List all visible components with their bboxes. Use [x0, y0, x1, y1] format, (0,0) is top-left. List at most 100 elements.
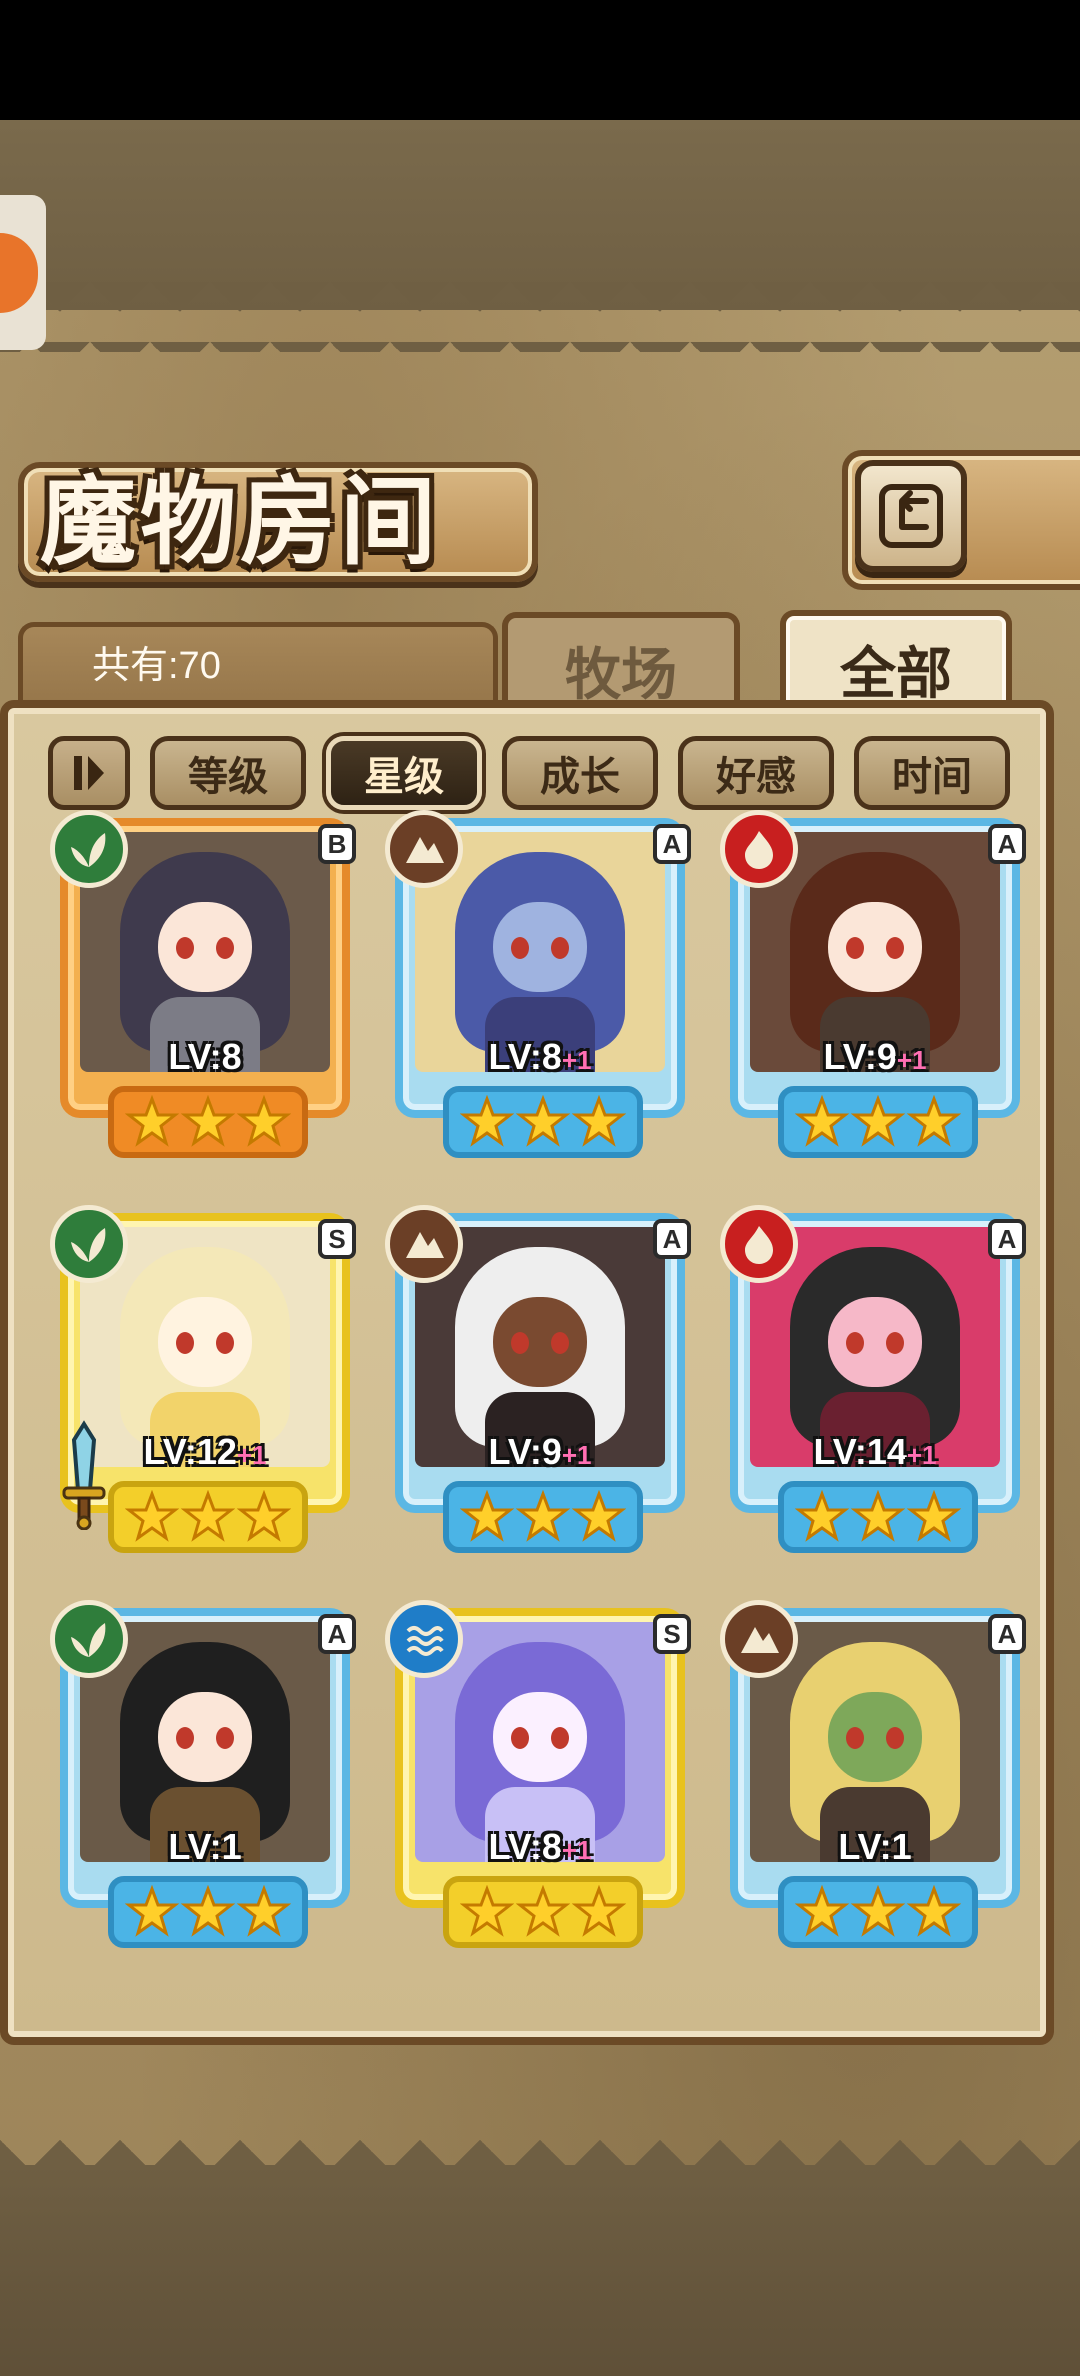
star-icon	[237, 1095, 291, 1147]
monster-card[interactable]: A LV:1	[720, 1600, 1026, 1953]
star-rating	[108, 1481, 308, 1553]
level-label: LV:1	[80, 1826, 330, 1867]
count-bar	[18, 622, 498, 710]
leaf-icon	[50, 1205, 128, 1283]
rank-badge: A	[653, 824, 691, 864]
leaf-icon	[50, 1600, 128, 1678]
rank-badge: A	[988, 824, 1026, 864]
rank-badge: S	[318, 1219, 356, 1259]
star-icon	[907, 1885, 961, 1937]
pause-sort-icon	[74, 756, 104, 790]
level-label: LV:12+1	[80, 1431, 330, 1472]
level-label: LV:1	[750, 1826, 1000, 1867]
level-value: LV:14	[813, 1431, 907, 1472]
monster-card[interactable]: B LV:8	[50, 810, 356, 1163]
star-icon	[907, 1095, 961, 1147]
fire-icon	[720, 810, 798, 888]
star-icon	[572, 1885, 626, 1937]
star-icon	[795, 1490, 849, 1542]
star-icon	[572, 1095, 626, 1147]
rank-badge: S	[653, 1614, 691, 1654]
rank-badge: A	[988, 1219, 1026, 1259]
star-icon	[795, 1095, 849, 1147]
back-button[interactable]	[855, 460, 967, 572]
star-icon	[572, 1490, 626, 1542]
level-bonus: +1	[236, 1440, 267, 1470]
earth-icon	[385, 1205, 463, 1283]
star-rating	[108, 1876, 308, 1948]
star-rating	[443, 1876, 643, 1948]
zigzag-border-top	[0, 282, 1080, 352]
monster-count: 共有:70	[92, 645, 221, 687]
sort-level-button[interactable]: 等级	[150, 736, 306, 810]
rank-badge: A	[318, 1614, 356, 1654]
monster-card[interactable]: S LV:8+1	[385, 1600, 691, 1953]
star-icon	[795, 1885, 849, 1937]
star-icon	[907, 1490, 961, 1542]
water-icon	[385, 1600, 463, 1678]
star-icon	[851, 1885, 905, 1937]
level-label: LV:8+1	[415, 1826, 665, 1867]
map-strip-bottom	[0, 2165, 1080, 2376]
sword-icon	[62, 1420, 106, 1530]
monster-card[interactable]: A LV:9+1	[720, 810, 1026, 1163]
level-label: LV:8+1	[415, 1036, 665, 1077]
star-icon	[516, 1885, 570, 1937]
rank-badge: A	[988, 1614, 1026, 1654]
star-icon	[181, 1095, 235, 1147]
sort-growth-button[interactable]: 成长	[502, 736, 658, 810]
level-bonus: +1	[561, 1835, 592, 1865]
level-value: LV:12	[143, 1431, 237, 1472]
rank-badge: B	[318, 824, 356, 864]
level-label: LV:9+1	[750, 1036, 1000, 1077]
level-bonus: +1	[561, 1440, 592, 1470]
star-icon	[125, 1885, 179, 1937]
sort-star-button[interactable]: 星级	[326, 736, 482, 810]
monster-card[interactable]: A LV:14+1	[720, 1205, 1026, 1558]
monster-card[interactable]: A LV:9+1	[385, 1205, 691, 1558]
return-arrow-icon	[879, 484, 943, 548]
star-rating	[778, 1086, 978, 1158]
star-icon	[460, 1490, 514, 1542]
zigzag-border-bottom	[0, 2110, 1080, 2170]
star-icon	[516, 1490, 570, 1542]
level-label: LV:14+1	[750, 1431, 1000, 1472]
sort-affection-button[interactable]: 好感	[678, 736, 834, 810]
monster-card[interactable]: A LV:1	[50, 1600, 356, 1953]
level-label: LV:8	[80, 1036, 330, 1077]
level-bonus: +1	[906, 1440, 937, 1470]
page-title: 魔物房间	[40, 465, 440, 578]
level-value: LV:8	[488, 1826, 562, 1867]
level-value: LV:1	[838, 1826, 912, 1867]
star-rating	[778, 1481, 978, 1553]
level-value: LV:1	[168, 1826, 242, 1867]
monster-card[interactable]: A LV:8+1	[385, 810, 691, 1163]
star-icon	[237, 1885, 291, 1937]
app-badge-icon	[0, 233, 38, 313]
star-icon	[181, 1490, 235, 1542]
earth-icon	[720, 1600, 798, 1678]
star-icon	[237, 1490, 291, 1542]
level-label: LV:9+1	[415, 1431, 665, 1472]
star-icon	[460, 1885, 514, 1937]
star-rating	[443, 1086, 643, 1158]
star-icon	[851, 1490, 905, 1542]
rank-badge: A	[653, 1219, 691, 1259]
level-value: LV:8	[488, 1036, 562, 1077]
star-rating	[443, 1481, 643, 1553]
level-value: LV:9	[823, 1036, 897, 1077]
star-icon	[125, 1095, 179, 1147]
star-rating	[778, 1876, 978, 1948]
leaf-icon	[50, 810, 128, 888]
side-app-tab[interactable]	[0, 195, 46, 350]
fire-icon	[720, 1205, 798, 1283]
level-value: LV:8	[168, 1036, 242, 1077]
sort-time-button[interactable]: 时间	[854, 736, 1010, 810]
status-bar	[0, 0, 1080, 120]
star-rating	[108, 1086, 308, 1158]
star-icon	[851, 1095, 905, 1147]
level-value: LV:9	[488, 1431, 562, 1472]
star-icon	[516, 1095, 570, 1147]
filter-toggle-button[interactable]	[48, 736, 130, 810]
star-icon	[460, 1095, 514, 1147]
